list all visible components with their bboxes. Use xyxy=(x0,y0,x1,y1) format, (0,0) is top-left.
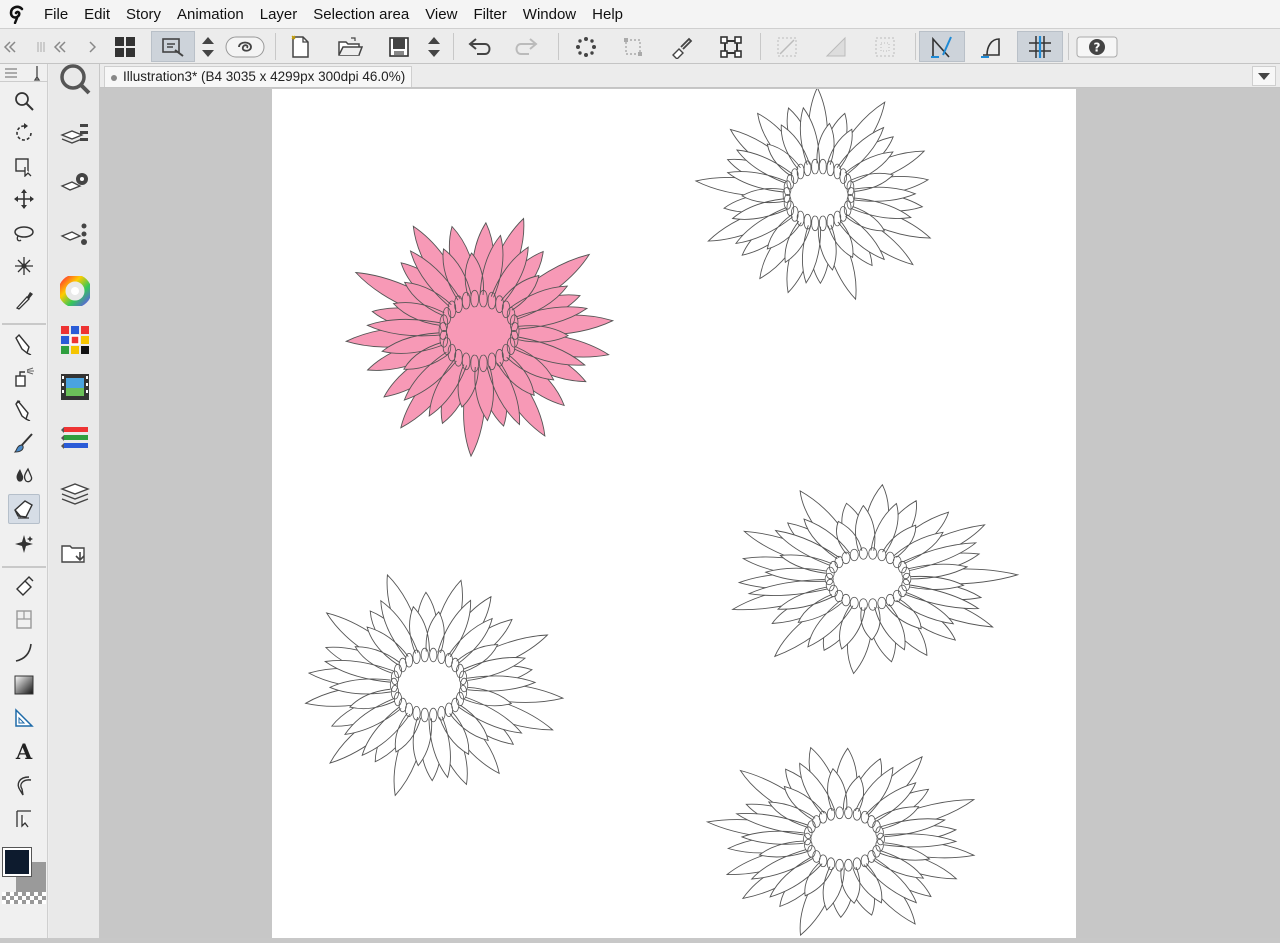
navigator-icon[interactable] xyxy=(151,31,195,62)
menu-selection-area[interactable]: Selection area xyxy=(305,0,417,29)
ruler-snap-icon[interactable] xyxy=(919,31,965,62)
pen-indicator-icon xyxy=(33,65,41,81)
flower-sketch-bottom-left xyxy=(304,573,565,797)
open-file-icon[interactable] xyxy=(334,31,366,62)
tab-menu-button[interactable] xyxy=(1252,66,1276,86)
rotate-tool-icon[interactable] xyxy=(8,118,40,148)
auto-select-tool-icon[interactable] xyxy=(8,251,40,281)
menu-view[interactable]: View xyxy=(417,0,465,29)
tool-palette-header xyxy=(0,64,48,82)
frame-tool-icon[interactable] xyxy=(8,604,40,634)
layer-palette-icon[interactable] xyxy=(58,477,92,511)
figure-tool-icon[interactable] xyxy=(8,637,40,667)
flower-sketch-middle-right xyxy=(731,483,1020,675)
svg-text:A: A xyxy=(15,740,33,762)
document-tab[interactable]: Illustration3* (B4 3035 x 4299px 300dpi … xyxy=(104,66,413,87)
tool-property-icon[interactable] xyxy=(58,168,92,202)
document-tab-bar: Illustration3* (B4 3035 x 4299px 300dpi … xyxy=(100,64,1280,88)
move-tool-icon[interactable] xyxy=(8,184,40,214)
material-icon[interactable] xyxy=(58,536,92,570)
panel-collapse-icon[interactable] xyxy=(0,31,48,62)
correct-line-tool-icon[interactable] xyxy=(8,803,40,833)
command-order-icon[interactable] xyxy=(196,31,220,62)
object-tool-icon[interactable] xyxy=(8,151,40,181)
zoom-tool-icon[interactable] xyxy=(8,86,40,116)
main-color-swatch[interactable] xyxy=(2,847,32,877)
gradient-tool-icon[interactable] xyxy=(8,670,40,700)
panel-expand-icon[interactable] xyxy=(50,31,98,62)
flower-sketch-top-right xyxy=(694,86,932,301)
document-tab-title: Illustration3* (B4 3035 x 4299px 300dpi … xyxy=(123,69,406,84)
flower-drawings xyxy=(304,86,1020,936)
eyedropper-tool-icon[interactable] xyxy=(8,284,40,314)
balloon-tool-icon[interactable] xyxy=(8,770,40,800)
menu-filter[interactable]: Filter xyxy=(465,0,514,29)
left-panels: A xyxy=(0,64,100,938)
color-indicator[interactable] xyxy=(0,847,48,904)
menu-story[interactable]: Story xyxy=(118,0,169,29)
animation-timeline-icon[interactable] xyxy=(58,370,92,404)
new-file-icon[interactable] xyxy=(284,31,316,62)
chevron-down-icon xyxy=(1258,73,1270,80)
blend-tool-icon[interactable] xyxy=(8,461,40,491)
command-bar: ? xyxy=(0,29,1280,64)
app-logo-icon[interactable] xyxy=(0,0,36,29)
grid-snap-icon[interactable] xyxy=(1017,31,1063,62)
show-all-palettes-icon[interactable] xyxy=(109,31,141,62)
flower-pink xyxy=(344,217,615,458)
clear-outside-selection-icon[interactable] xyxy=(617,31,649,62)
layer-link-icon[interactable] xyxy=(222,31,268,62)
snap-special-ruler-icon[interactable] xyxy=(820,31,852,62)
color-set-icon[interactable] xyxy=(58,323,92,357)
decoration-tool-icon[interactable] xyxy=(8,529,40,559)
menu-window[interactable]: Window xyxy=(515,0,584,29)
ruler-tool-icon[interactable] xyxy=(8,703,40,733)
selection-launcher-icon[interactable] xyxy=(570,31,602,62)
save-order-icon[interactable] xyxy=(422,31,446,62)
search-icon[interactable] xyxy=(58,62,92,96)
fill-selection-icon[interactable] xyxy=(665,31,697,62)
brush-tool-icon[interactable] xyxy=(8,428,40,458)
palette-dock xyxy=(49,64,100,938)
menu-animation[interactable]: Animation xyxy=(169,0,252,29)
menu-layer[interactable]: Layer xyxy=(252,0,306,29)
flower-sketch-bottom-right xyxy=(705,746,976,936)
canvas-area[interactable] xyxy=(100,86,1280,938)
special-ruler-snap-icon[interactable] xyxy=(970,31,1014,62)
save-icon[interactable] xyxy=(383,31,415,62)
menu-help[interactable]: Help xyxy=(584,0,631,29)
pencil-tool-icon[interactable] xyxy=(8,395,40,425)
layer-property-icon[interactable] xyxy=(58,119,92,153)
menu-bar: File Edit Story Animation Layer Selectio… xyxy=(0,0,1280,29)
airbrush-tool-icon[interactable] xyxy=(8,362,40,392)
tool-palette: A xyxy=(0,64,48,938)
svg-text:?: ? xyxy=(1094,40,1101,54)
transparent-color-swatch[interactable] xyxy=(2,892,46,904)
redo-icon[interactable] xyxy=(510,31,542,62)
canvas-paper[interactable] xyxy=(272,86,1076,938)
sub-tool-detail-icon[interactable] xyxy=(58,218,92,252)
text-tool-icon[interactable]: A xyxy=(8,736,40,766)
fill-tool-icon[interactable] xyxy=(8,571,40,601)
help-icon[interactable]: ? xyxy=(1074,31,1120,62)
snap-ruler-icon[interactable] xyxy=(771,31,803,62)
palette-menu-icon[interactable] xyxy=(4,67,18,79)
lasso-tool-icon[interactable] xyxy=(8,218,40,248)
unsaved-dot-icon xyxy=(111,75,117,81)
eraser-tool-icon[interactable] xyxy=(8,494,40,524)
transform-icon[interactable] xyxy=(715,31,747,62)
menu-file[interactable]: File xyxy=(36,0,76,29)
color-wheel-icon[interactable] xyxy=(58,274,92,308)
pen-tool-icon[interactable] xyxy=(8,329,40,359)
snap-grid-icon[interactable] xyxy=(869,31,901,62)
undo-icon[interactable] xyxy=(464,31,496,62)
menu-edit[interactable]: Edit xyxy=(76,0,118,29)
color-slider-icon[interactable] xyxy=(58,420,92,454)
